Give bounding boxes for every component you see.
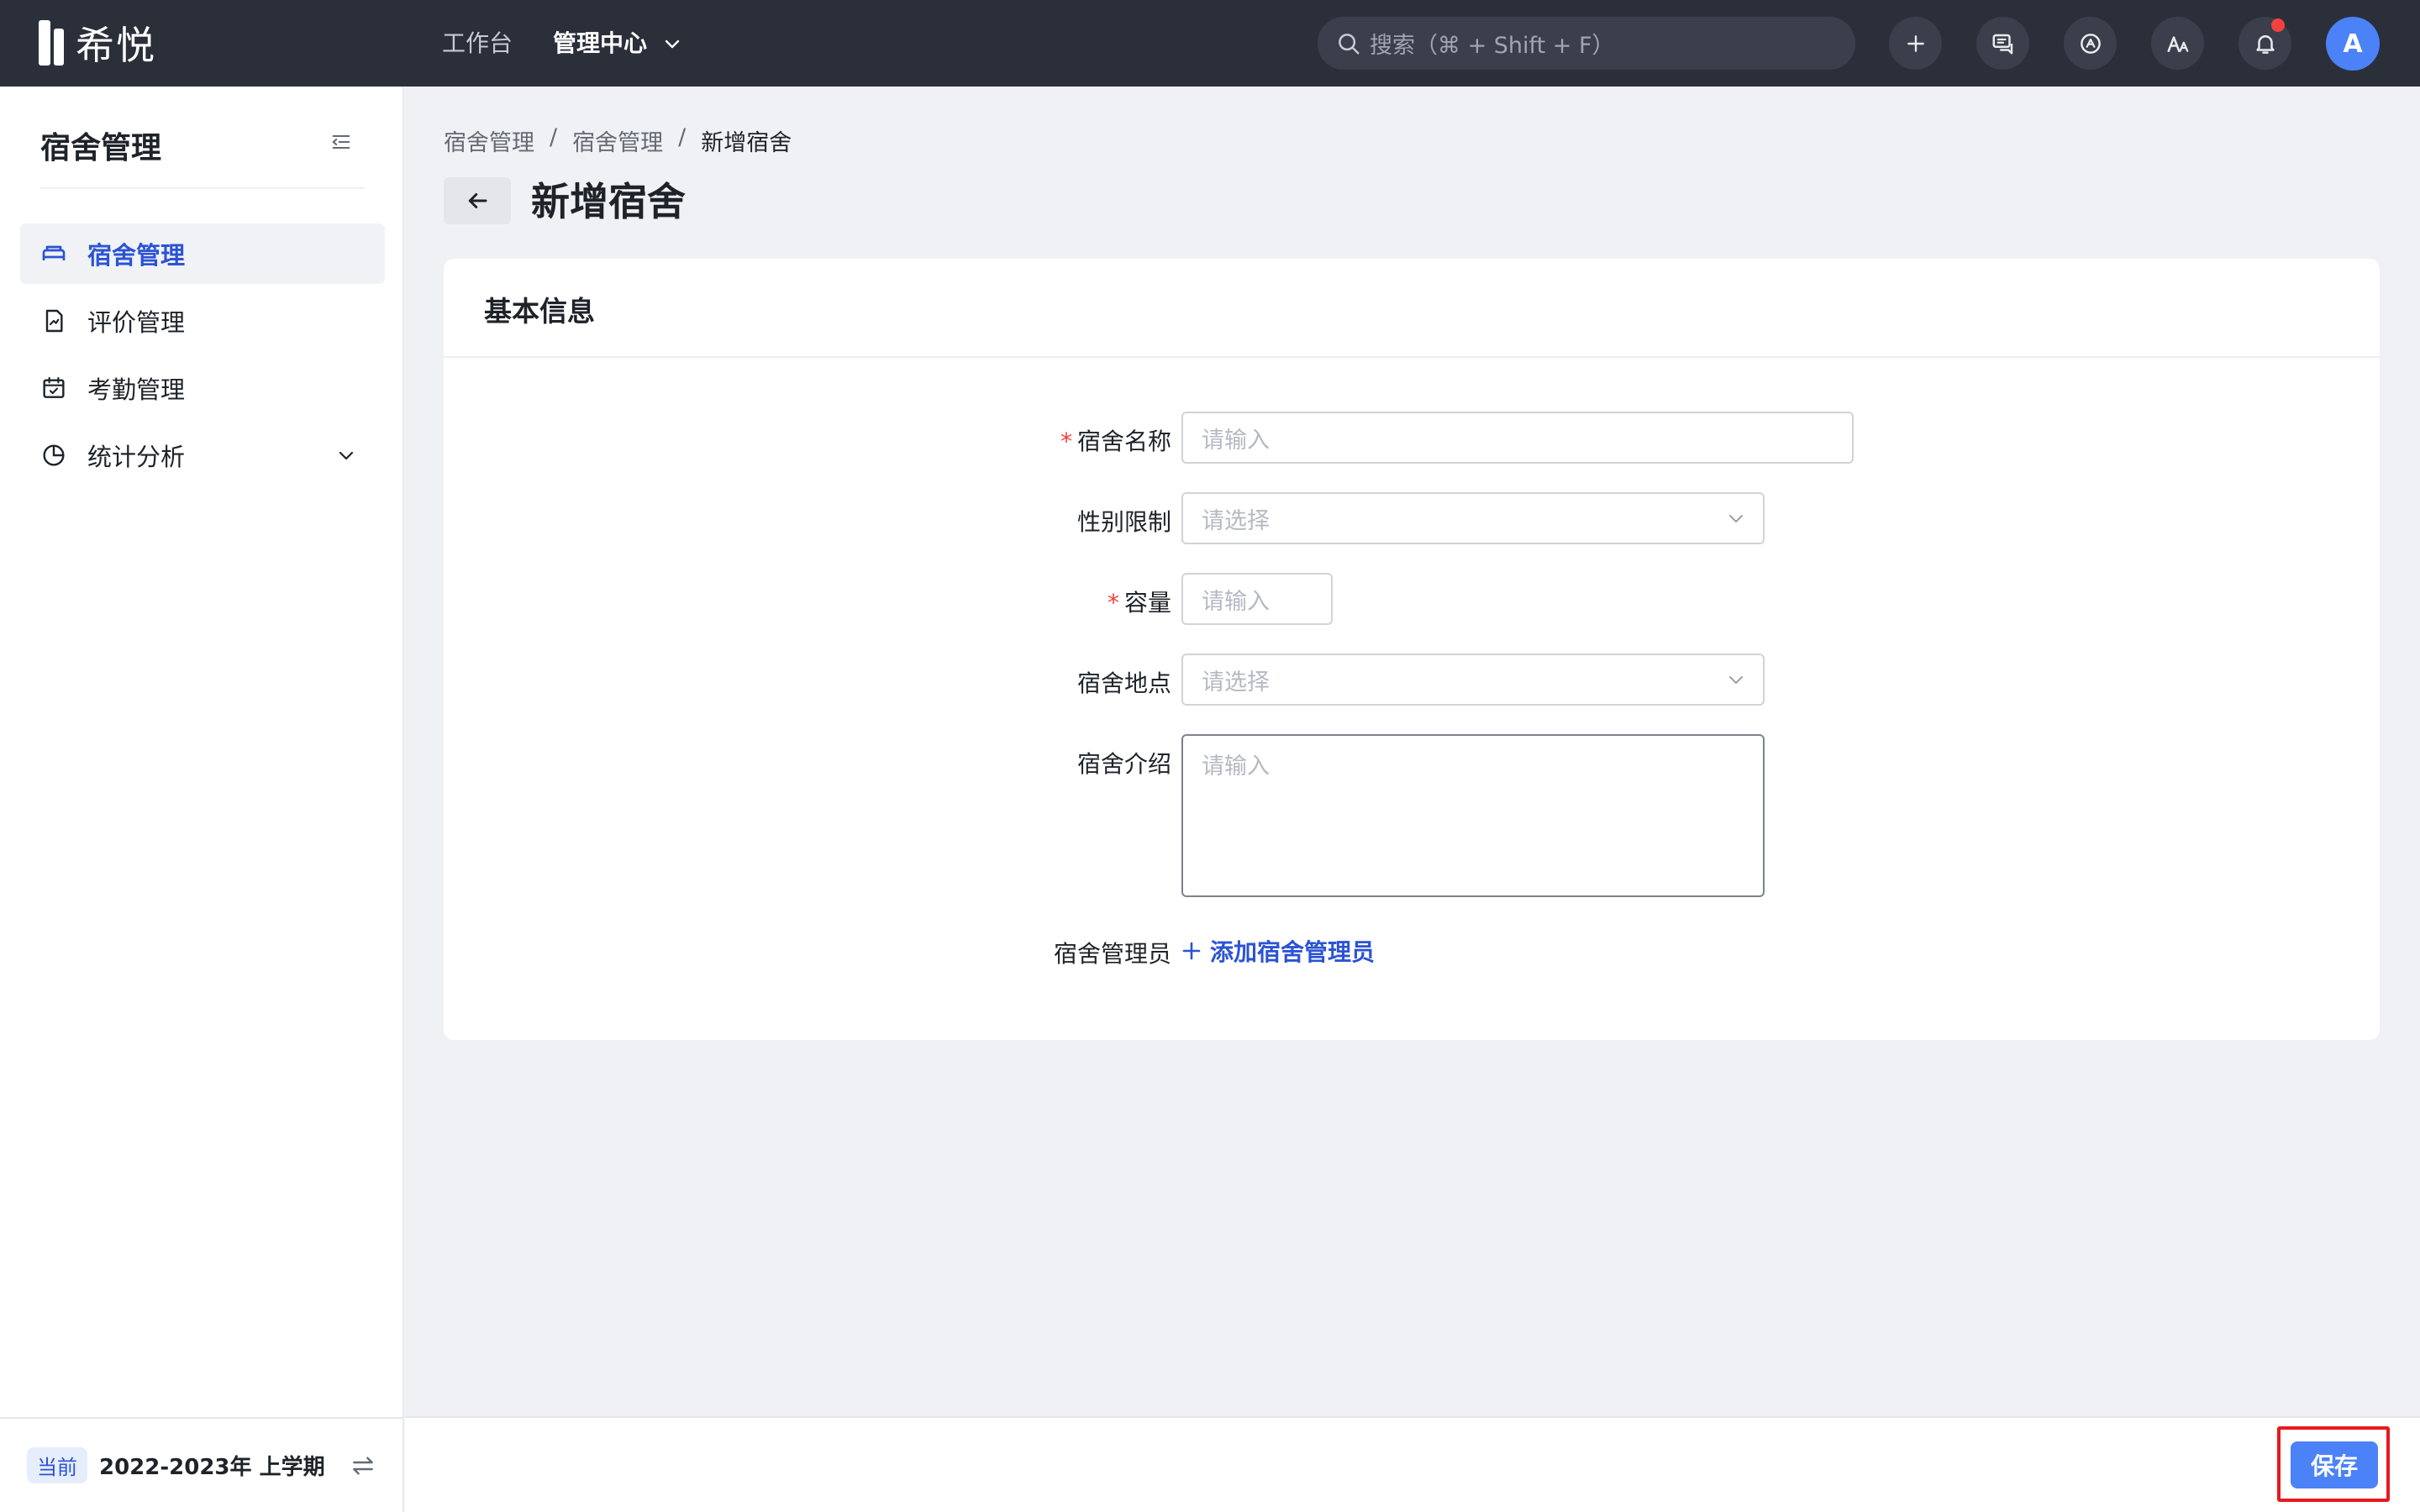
global-search[interactable]: 搜索（⌘ + Shift + F） <box>1318 17 1855 70</box>
sidebar-item-dorm-management[interactable]: 宿舍管理 <box>20 223 385 284</box>
breadcrumb-separator: / <box>678 124 687 150</box>
breadcrumb-current: 新增宿舍 <box>701 130 792 156</box>
chat-icon <box>1992 34 2012 54</box>
term-label: 2022-2023年 上学期 <box>99 1455 325 1480</box>
notifications-button[interactable] <box>2238 17 2291 70</box>
add-dorm-admin-link[interactable]: 添加宿舍管理员 <box>1181 934 1375 968</box>
term-selector[interactable]: 当前 2022-2023年 上学期 <box>0 1417 403 1512</box>
top-bar: 希悦 工作台 管理中心 搜索（⌘ + Shift + F） A <box>0 0 2420 87</box>
switch-icon[interactable] <box>350 1452 376 1479</box>
language-button[interactable] <box>2151 17 2204 70</box>
plus-icon <box>1907 34 1924 52</box>
required-mark: * <box>1107 589 1119 617</box>
avatar[interactable]: A <box>2326 17 2380 71</box>
sidebar-item-label: 宿舍管理 <box>87 241 186 270</box>
location-label: 宿舍地点 <box>1076 669 1171 697</box>
sidebar-item-statistics[interactable]: 统计分析 <box>20 425 385 486</box>
save-button[interactable]: 保存 <box>2291 1441 2378 1488</box>
intro-textarea[interactable]: 请输入 <box>1181 734 1765 897</box>
search-placeholder: 搜索（⌘ + Shift + F） <box>1370 33 1615 59</box>
back-button[interactable] <box>444 177 511 224</box>
nav-workbench[interactable]: 工作台 <box>442 25 513 62</box>
messages-button[interactable] <box>1976 17 2029 70</box>
gender-limit-placeholder: 请选择 <box>1202 507 1270 534</box>
gender-limit-select[interactable]: 请选择 <box>1181 492 1765 544</box>
add-dorm-admin-label: 添加宿舍管理员 <box>1210 938 1376 966</box>
assistant-button[interactable] <box>2064 17 2117 70</box>
intro-label: 宿舍介绍 <box>1076 750 1171 778</box>
basic-info-card: 基本信息 * 宿舍名称 请输入 性别限制 请选择 * 容量 请输入 宿舍地点 请选择… <box>444 259 2380 1040</box>
intro-placeholder: 请输入 <box>1202 753 1270 780</box>
bed-icon <box>42 245 66 260</box>
dorm-name-placeholder: 请输入 <box>1202 427 1270 454</box>
location-select[interactable]: 请选择 <box>1181 654 1765 706</box>
sidebar-item-label: 考勤管理 <box>87 375 186 404</box>
breadcrumb: 宿舍管理 / 宿舍管理 / 新增宿舍 <box>444 124 792 157</box>
evaluation-icon <box>45 309 63 333</box>
required-mark: * <box>1060 428 1072 455</box>
arrow-left-icon <box>468 193 487 208</box>
app-logo[interactable]: 希悦 <box>39 20 156 68</box>
sidebar-item-label: 评价管理 <box>87 308 186 337</box>
save-highlight: 保存 <box>2277 1426 2390 1502</box>
section-title: 基本信息 <box>484 295 595 328</box>
sidebar-title: 宿舍管理 <box>40 131 162 165</box>
dorm-name-input[interactable]: 请输入 <box>1181 412 1854 464</box>
dorm-admin-label: 宿舍管理员 <box>1053 940 1171 968</box>
sidebar-item-evaluation[interactable]: 评价管理 <box>20 291 385 351</box>
font-size-icon <box>2167 35 2188 52</box>
gender-limit-label: 性别限制 <box>1076 508 1171 536</box>
pie-chart-icon <box>43 444 65 466</box>
chevron-down-icon <box>1729 676 1743 684</box>
sidebar-item-label: 统计分析 <box>87 443 186 471</box>
chevron-down-icon <box>665 39 680 49</box>
capacity-label: * 容量 <box>1107 589 1171 617</box>
search-icon <box>1339 33 1360 54</box>
chevron-down-icon <box>1729 515 1743 522</box>
logo-text: 希悦 <box>76 23 156 68</box>
capacity-placeholder: 请输入 <box>1202 588 1270 615</box>
chevron-down-icon <box>339 451 354 460</box>
logo-mark-icon <box>39 20 67 66</box>
breadcrumb-separator: / <box>550 124 558 150</box>
page-title: 新增宿舍 <box>531 179 686 224</box>
sidebar-item-attendance[interactable]: 考勤管理 <box>20 358 385 418</box>
capacity-input[interactable]: 请输入 <box>1181 573 1333 625</box>
plus-icon <box>1182 942 1201 960</box>
nav-admin-center-label: 管理中心 <box>553 29 648 57</box>
term-badge: 当前 <box>27 1447 87 1483</box>
nav-admin-center[interactable]: 管理中心 <box>553 25 682 62</box>
notification-dot <box>2271 18 2285 32</box>
sidebar-divider <box>40 187 365 189</box>
breadcrumb-item[interactable]: 宿舍管理 <box>572 124 663 157</box>
footer-bar <box>405 1416 2420 1512</box>
assistant-icon <box>2080 33 2101 54</box>
section-divider <box>444 356 2380 358</box>
bell-icon <box>2255 34 2275 54</box>
sidebar: 宿舍管理 宿舍管理 评价管理 考勤管理 统计分析 当前 2022-2023年 上… <box>0 87 403 1512</box>
dorm-name-label: * 宿舍名称 <box>1060 428 1171 455</box>
calendar-icon <box>43 376 65 398</box>
create-button[interactable] <box>1889 17 1942 70</box>
breadcrumb-item[interactable]: 宿舍管理 <box>444 124 534 157</box>
collapse-sidebar-icon[interactable] <box>329 130 353 154</box>
location-placeholder: 请选择 <box>1202 669 1270 696</box>
